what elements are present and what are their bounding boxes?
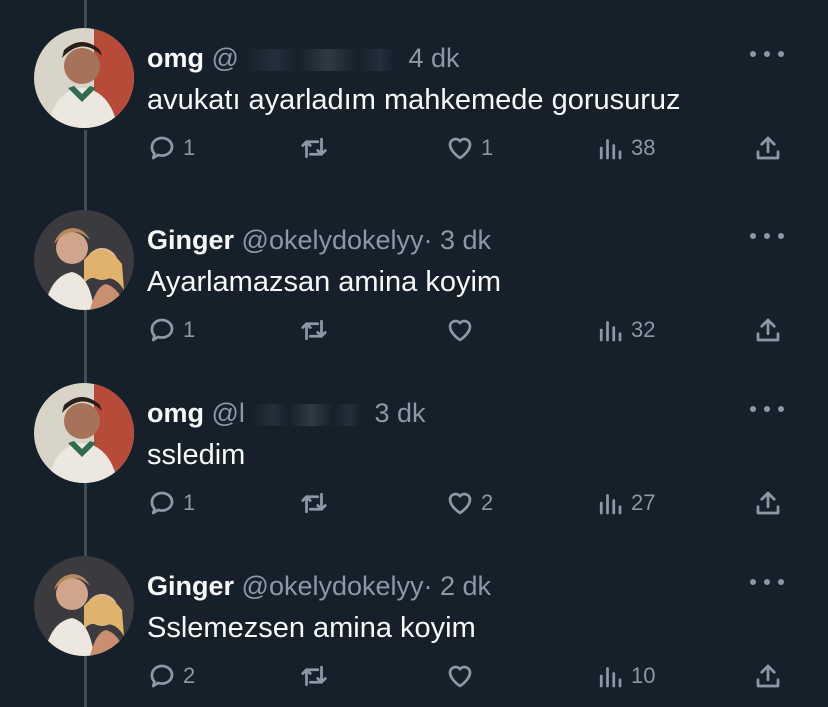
- avatar[interactable]: [34, 210, 134, 310]
- view-count: 32: [631, 317, 656, 342]
- retweet-button[interactable]: [299, 658, 335, 694]
- tweet-header: omg @l 3 dk: [147, 397, 426, 429]
- views-button[interactable]: 27: [595, 485, 655, 521]
- reply-button[interactable]: 2: [147, 658, 195, 694]
- share-icon: [756, 664, 780, 688]
- avatar[interactable]: [34, 383, 134, 483]
- avatar[interactable]: [34, 28, 134, 128]
- tweet-text: Sslemezsen amina koyim: [147, 612, 476, 644]
- tweet[interactable]: Ginger @okelydokelyy· 3 dk Ayarlamazsan …: [0, 182, 828, 354]
- tweet-actions: 1 32: [147, 312, 787, 348]
- tweet-header: omg @ 4 dk: [147, 42, 460, 74]
- display-name[interactable]: omg: [147, 43, 204, 73]
- share-button[interactable]: [753, 658, 783, 694]
- like-button[interactable]: [445, 658, 481, 694]
- retweet-button[interactable]: [299, 312, 335, 348]
- reply-button[interactable]: 1: [147, 485, 195, 521]
- retweet-icon: [301, 319, 327, 341]
- retweet-button[interactable]: [299, 485, 335, 521]
- reply-count: 1: [183, 317, 196, 342]
- tweet-header: Ginger @okelydokelyy· 2 dk: [147, 570, 491, 602]
- reply-count: 1: [183, 135, 196, 160]
- share-button[interactable]: [753, 312, 783, 348]
- view-count: 10: [631, 663, 656, 688]
- more-dots-icon[interactable]: [750, 224, 784, 248]
- reply-count: 1: [183, 490, 196, 515]
- heart-icon: [448, 492, 472, 515]
- timestamp[interactable]: 4 dk: [408, 43, 459, 73]
- redacted-username: [244, 48, 395, 71]
- heart-icon: [448, 665, 472, 688]
- more-dots-icon[interactable]: [750, 42, 784, 66]
- display-name[interactable]: Ginger: [147, 571, 234, 601]
- views-button[interactable]: 10: [595, 658, 655, 694]
- views-chart-icon: [599, 321, 622, 342]
- share-button[interactable]: [753, 130, 783, 166]
- view-count: 27: [631, 490, 656, 515]
- tweet-text: ssledim: [147, 439, 246, 471]
- view-count: 38: [631, 135, 656, 160]
- reply-button[interactable]: 1: [147, 312, 195, 348]
- views-chart-icon: [599, 139, 622, 160]
- tweet[interactable]: Ginger @okelydokelyy· 2 dk Sslemezsen am…: [0, 528, 828, 700]
- timestamp[interactable]: · 3 dk: [424, 225, 492, 255]
- tweet-header: Ginger @okelydokelyy· 3 dk: [147, 224, 491, 256]
- more-dots-icon[interactable]: [750, 397, 784, 421]
- timestamp[interactable]: · 2 dk: [424, 571, 492, 601]
- more-dots-icon[interactable]: [750, 570, 784, 594]
- share-icon: [756, 318, 780, 342]
- heart-icon: [448, 319, 472, 342]
- tweet-text: avukatı ayarladım mahkemede gorusuruz: [147, 84, 681, 116]
- redacted-username: [250, 403, 361, 426]
- views-button[interactable]: 32: [595, 312, 655, 348]
- tweet-actions: 1 2 27: [147, 485, 787, 521]
- username[interactable]: @okelydokelyy: [242, 225, 424, 255]
- like-count: 2: [481, 490, 494, 515]
- share-icon: [756, 491, 780, 515]
- views-button[interactable]: 38: [595, 130, 655, 166]
- views-chart-icon: [599, 667, 622, 688]
- like-button[interactable]: 2: [445, 485, 493, 521]
- retweet-icon: [301, 137, 327, 159]
- tweet-actions: 1 1 38: [147, 130, 787, 166]
- retweet-icon: [301, 492, 327, 514]
- reply-icon: [150, 318, 174, 342]
- reply-icon: [150, 491, 174, 515]
- share-icon: [756, 136, 780, 160]
- retweet-icon: [301, 665, 327, 687]
- tweet-text: Ayarlamazsan amina koyim: [147, 266, 502, 298]
- reply-count: 2: [183, 663, 196, 688]
- username[interactable]: @: [212, 43, 239, 73]
- like-button[interactable]: 1: [445, 130, 493, 166]
- display-name[interactable]: omg: [147, 398, 204, 428]
- tweet[interactable]: omg @ 4 dk avukatı ayarladım mahkemede g…: [0, 0, 828, 172]
- username[interactable]: @okelydokelyy: [242, 571, 424, 601]
- username[interactable]: @l: [212, 398, 245, 428]
- share-button[interactable]: [753, 485, 783, 521]
- like-button[interactable]: [445, 312, 481, 348]
- like-count: 1: [481, 135, 494, 160]
- avatar[interactable]: [34, 556, 134, 656]
- heart-icon: [448, 137, 472, 160]
- tweet[interactable]: omg @l 3 dk ssledim 1 2 27: [0, 355, 828, 527]
- tweet-actions: 2 10: [147, 658, 787, 694]
- reply-icon: [150, 136, 174, 160]
- retweet-button[interactable]: [299, 130, 335, 166]
- views-chart-icon: [599, 494, 622, 515]
- timestamp[interactable]: 3 dk: [374, 398, 425, 428]
- display-name[interactable]: Ginger: [147, 225, 234, 255]
- reply-button[interactable]: 1: [147, 130, 195, 166]
- reply-icon: [150, 664, 174, 688]
